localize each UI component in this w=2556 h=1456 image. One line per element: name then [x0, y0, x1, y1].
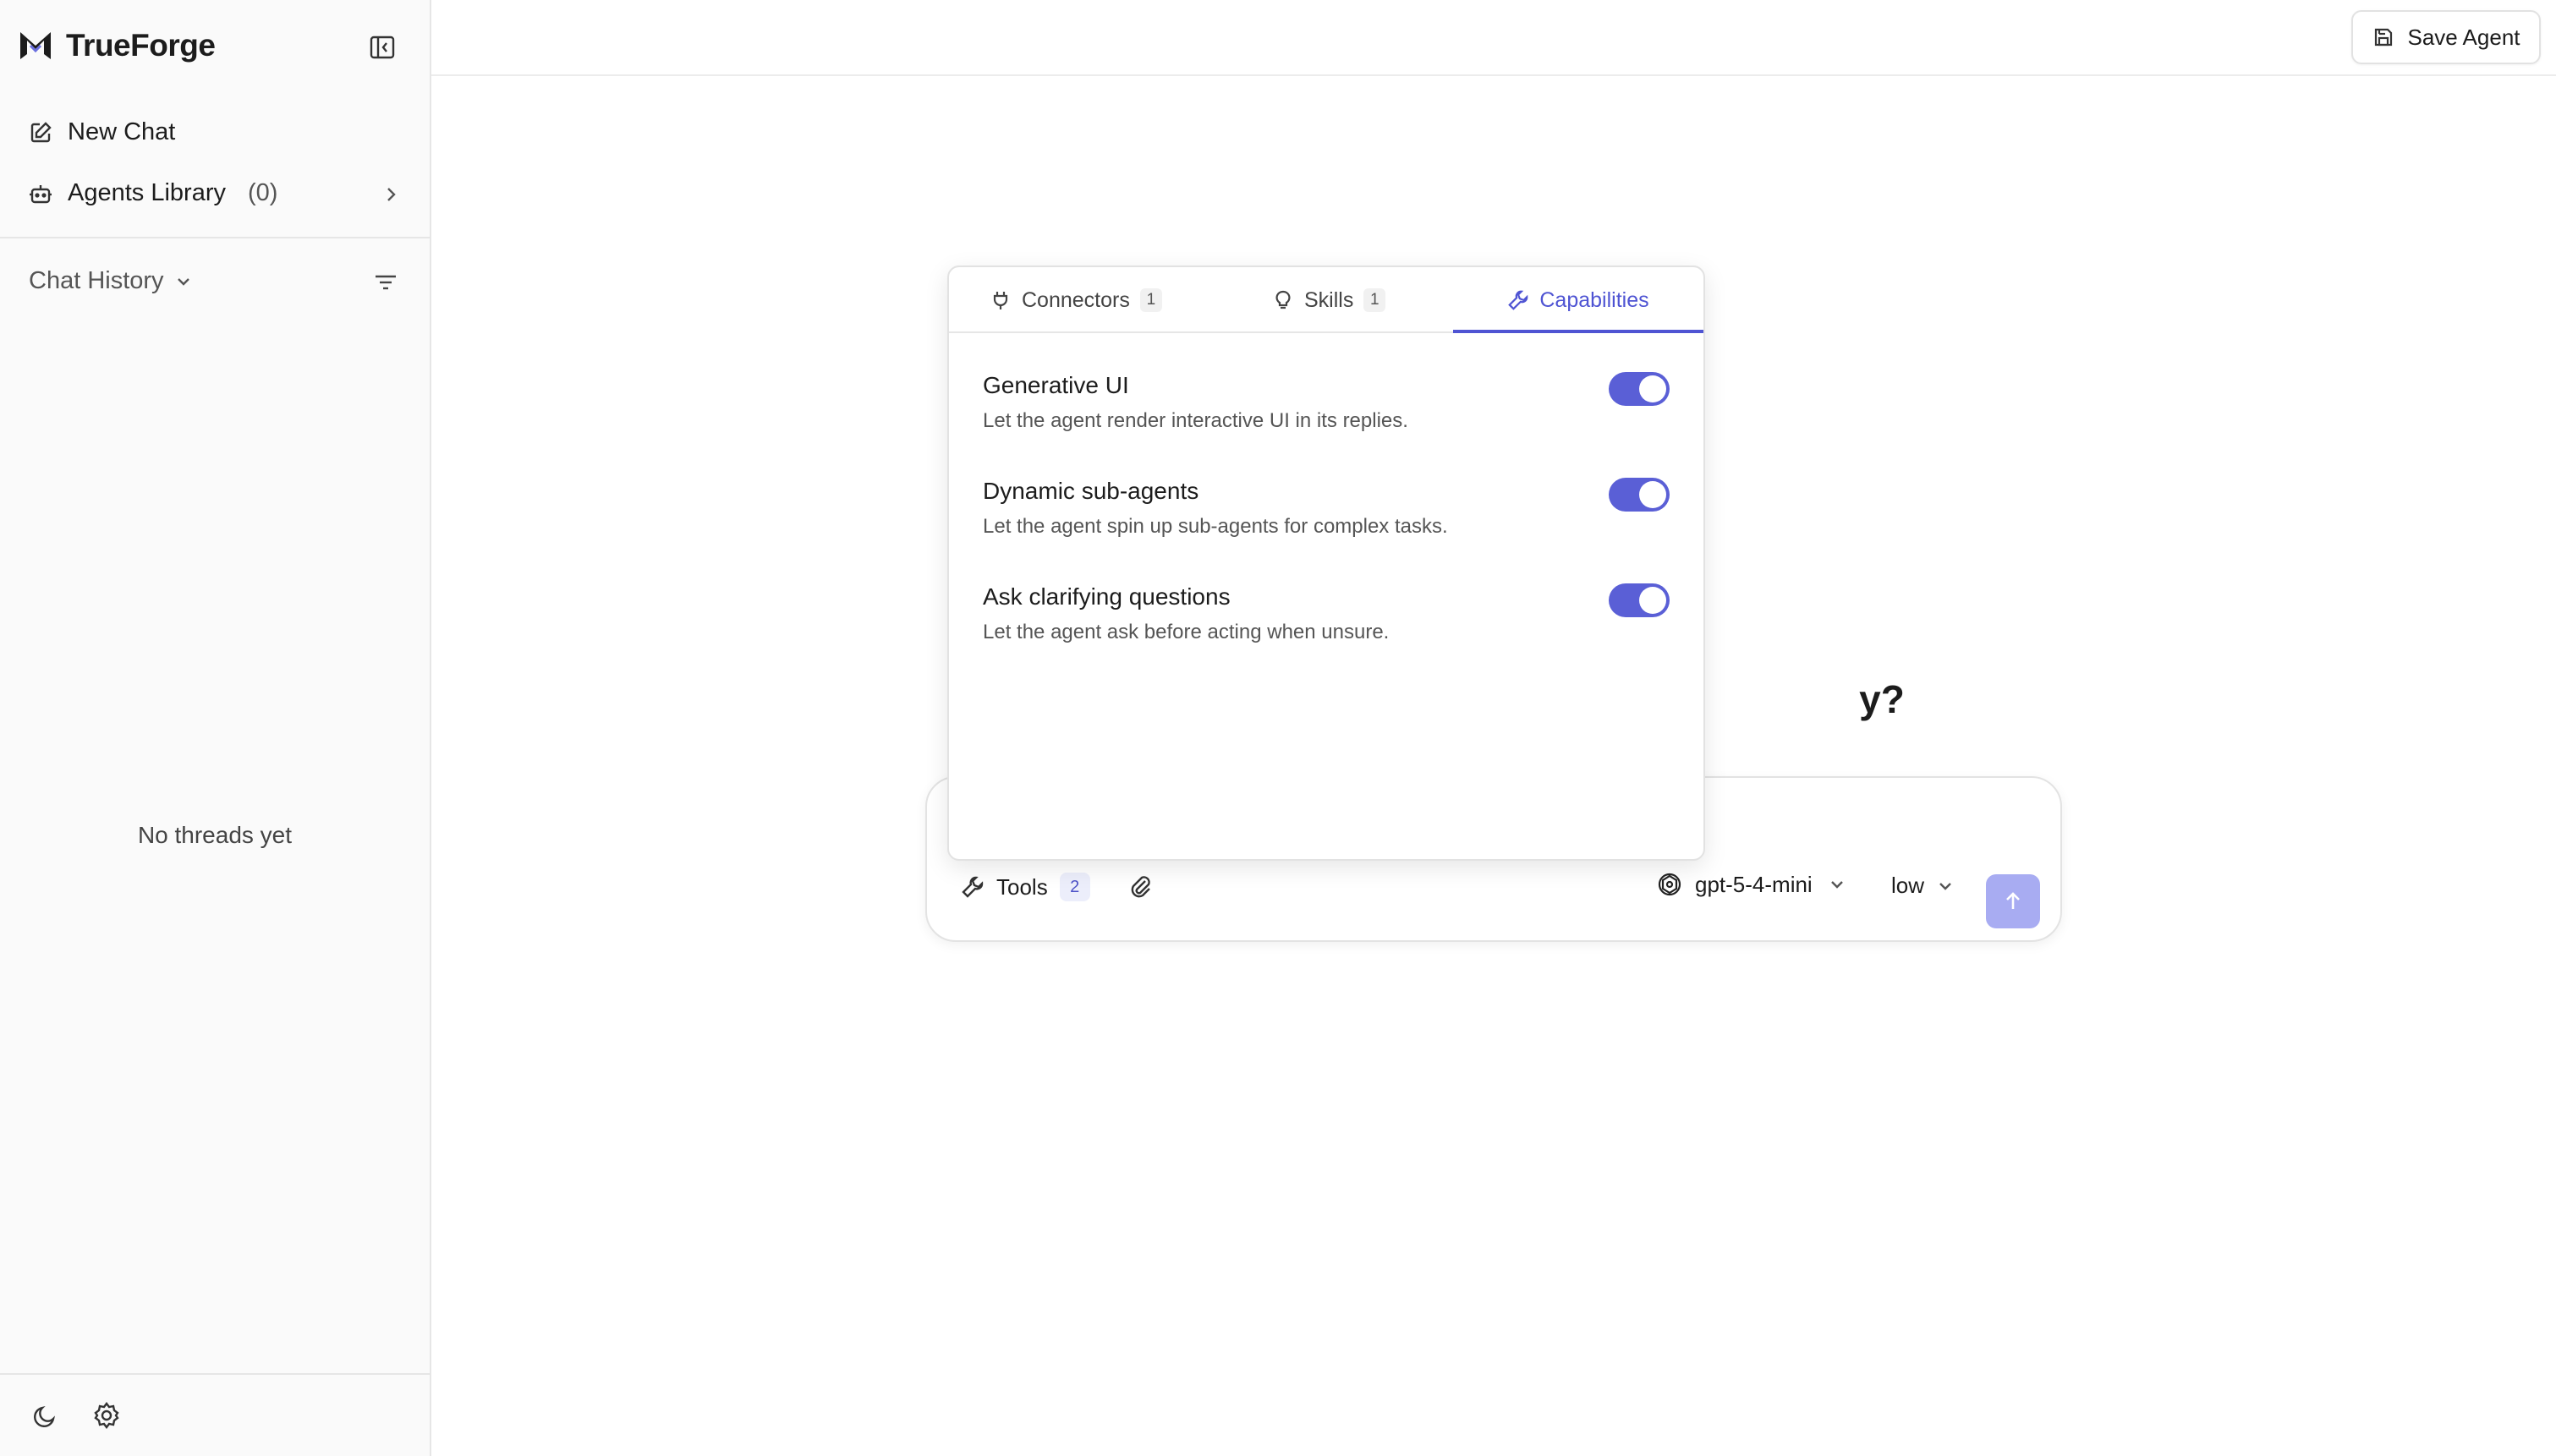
sidebar: TrueForge New Chat Agents Library (0) Ch…: [0, 0, 431, 1456]
capability-ask-clarifying-questions: Ask clarifying questions Let the agent a…: [983, 583, 1670, 644]
empty-threads-message: No threads yet: [137, 822, 293, 848]
tab-connectors[interactable]: Connectors 1: [990, 267, 1162, 333]
paperclip-icon[interactable]: [1127, 873, 1154, 900]
tab-capabilities[interactable]: Capabilities: [1453, 267, 1703, 333]
capability-description: Let the agent render interactive UI in i…: [983, 409, 1408, 432]
popover-tabs: Connectors 1 Skills 1 Capabilities: [949, 267, 1703, 333]
edit-icon: [30, 121, 52, 142]
agents-library-label: Agents Library: [68, 179, 226, 206]
wrench-icon: [962, 876, 984, 898]
toggle-knob: [1639, 587, 1666, 614]
model-selector[interactable]: gpt-5-4-mini: [1656, 871, 1846, 898]
chevron-down-icon: [177, 277, 189, 286]
skills-count: 1: [1363, 288, 1386, 312]
capability-dynamic-sub-agents: Dynamic sub-agents Let the agent spin up…: [983, 478, 1670, 539]
chat-history-toggle[interactable]: Chat History: [29, 267, 193, 295]
save-agent-label: Save Agent: [2407, 24, 2520, 50]
arrow-up-icon: [2006, 892, 2020, 909]
save-icon: [2374, 28, 2392, 47]
wrench-icon: [1508, 290, 1528, 310]
plug-icon: [993, 292, 1008, 309]
toggle-knob: [1639, 375, 1666, 402]
tab-connectors-label: Connectors: [1022, 287, 1130, 312]
ask-clarifying-questions-toggle[interactable]: [1609, 583, 1670, 617]
capability-title: Dynamic sub-agents: [983, 478, 1199, 504]
effort-value: low: [1891, 873, 1925, 898]
app-name: TrueForge: [66, 28, 216, 63]
reasoning-effort-selector[interactable]: low: [1891, 873, 1955, 899]
sidebar-bottom-divider: [0, 1373, 430, 1375]
bot-icon: [30, 184, 52, 203]
agents-count: (0): [248, 179, 278, 206]
app-logo[interactable]: TrueForge: [17, 27, 216, 64]
capability-generative-ui: Generative UI Let the agent render inter…: [983, 372, 1670, 433]
openai-icon: [1658, 873, 1681, 896]
lightbulb-icon: [1275, 290, 1291, 309]
moon-icon[interactable]: [30, 1402, 59, 1431]
send-button[interactable]: [1986, 874, 2040, 928]
filter-icon[interactable]: [372, 269, 399, 296]
generative-ui-toggle[interactable]: [1609, 372, 1670, 406]
capability-description: Let the agent spin up sub-agents for com…: [983, 515, 1448, 538]
chevron-right-icon: [387, 188, 396, 201]
tools-popover: Connectors 1 Skills 1 Capabilities Gener…: [947, 265, 1705, 861]
connectors-count: 1: [1139, 288, 1162, 312]
model-name: gpt-5-4-mini: [1695, 871, 1813, 897]
sidebar-collapse-icon: [370, 36, 395, 59]
tools-label: Tools: [996, 873, 1048, 900]
tools-button[interactable]: Tools 2: [961, 873, 1090, 901]
save-agent-button[interactable]: Save Agent: [2351, 10, 2541, 64]
chevron-down-icon: [1830, 881, 1843, 889]
capability-description: Let the agent ask before acting when uns…: [983, 621, 1390, 643]
topbar-divider: [431, 74, 2556, 76]
tools-count-badge: 2: [1059, 873, 1090, 901]
active-tab-indicator: [1453, 330, 1703, 333]
chat-history-label: Chat History: [29, 267, 164, 294]
tab-skills-label: Skills: [1304, 287, 1354, 312]
new-chat-label: New Chat: [68, 118, 176, 145]
new-chat-button[interactable]: New Chat: [29, 118, 175, 146]
tab-capabilities-label: Capabilities: [1539, 287, 1649, 312]
agents-library-button[interactable]: Agents Library (0): [29, 179, 401, 207]
collapse-sidebar-button[interactable]: [367, 32, 398, 63]
capability-title: Ask clarifying questions: [983, 583, 1231, 610]
sidebar-divider: [0, 237, 430, 238]
dynamic-sub-agents-toggle[interactable]: [1609, 478, 1670, 512]
gear-icon[interactable]: [91, 1400, 122, 1431]
chevron-down-icon: [1939, 882, 1951, 890]
toggle-knob: [1639, 481, 1666, 508]
capability-title: Generative UI: [983, 372, 1129, 398]
tab-skills[interactable]: Skills 1: [1272, 267, 1386, 333]
trueforge-logo-icon: [20, 32, 51, 59]
